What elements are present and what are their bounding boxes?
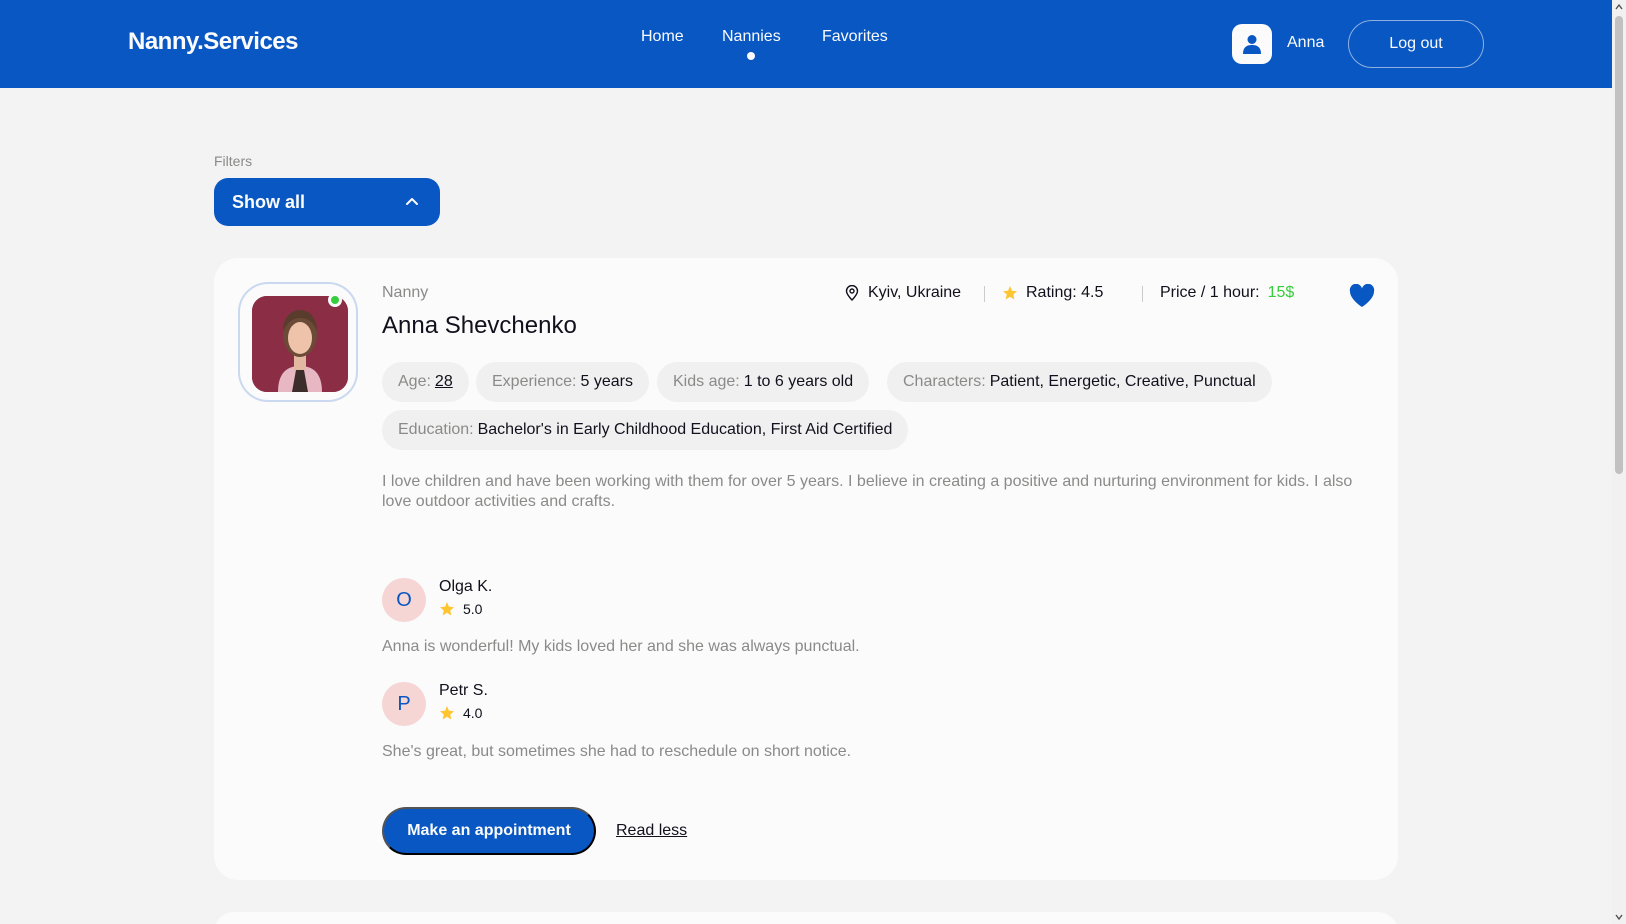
review-avatar: O	[382, 578, 426, 622]
chip-kids-age: Kids age: 1 to 6 years old	[657, 362, 870, 402]
user-icon	[1243, 35, 1261, 54]
nav-nannies[interactable]: Nannies	[722, 28, 781, 46]
star-icon	[1003, 286, 1017, 300]
scrollbar-thumb[interactable]	[1615, 16, 1623, 474]
chip-age-value: 28	[434, 373, 453, 390]
heart-icon[interactable]	[1349, 284, 1375, 308]
chevron-up-icon	[406, 198, 418, 205]
rating: Rating: 4.5	[1002, 284, 1103, 302]
nanny-card: Nanny Anna Shevchenko Kyiv, Ukraine Rati…	[214, 258, 1398, 880]
chip-experience: Experience: 5 years	[476, 362, 649, 402]
read-less-link[interactable]: Read less	[616, 822, 687, 840]
logo[interactable]: Nanny.Services	[128, 28, 299, 56]
make-appointment-button[interactable]: Make an appointment	[382, 807, 596, 855]
nav-favorites[interactable]: Favorites	[822, 28, 888, 46]
chip-characters: Characters: Patient, Energetic, Creative…	[887, 362, 1272, 402]
chip-education-value: Bachelor's in Early Childhood Education,…	[477, 421, 893, 438]
filters-label: Filters	[214, 153, 253, 169]
chip-age: Age: 28	[382, 362, 469, 402]
online-status-indicator	[328, 293, 342, 307]
location-text: Kyiv, Ukraine	[868, 284, 962, 301]
review-rating-value: 5.0	[463, 601, 483, 617]
user-name: Anna	[1287, 34, 1325, 51]
nanny-about: I love children and have been working wi…	[382, 473, 1353, 510]
nanny-name: Anna Shevchenko	[382, 312, 577, 339]
chip-age-key: Age:	[398, 373, 431, 390]
review-avatar: P	[382, 682, 426, 726]
chip-characters-value: Patient, Energetic, Creative, Punctual	[989, 373, 1256, 390]
review-text: Anna is wonderful! My kids loved her and…	[382, 638, 860, 655]
chip-education: Education: Bachelor's in Early Childhood…	[382, 410, 909, 450]
header: Nanny.Services Home Nannies Favorites An…	[0, 0, 1612, 88]
scroll-down-arrow-icon[interactable]	[1615, 913, 1623, 921]
location: Kyiv, Ukraine	[844, 284, 961, 302]
review-rating: 5.0	[439, 601, 482, 617]
price-value: 15$	[1267, 284, 1295, 301]
nanny-card-next	[214, 912, 1398, 924]
logout-button[interactable]: Log out	[1348, 20, 1484, 68]
user-avatar[interactable]	[1232, 24, 1272, 64]
review-rating-value: 4.0	[463, 705, 483, 721]
rating-text: Rating: 4.5	[1026, 284, 1104, 301]
nanny-photo	[252, 296, 348, 392]
scrollbar[interactable]	[1612, 0, 1626, 924]
star-icon	[440, 602, 454, 616]
chip-kids-age-key: Kids age:	[673, 373, 740, 390]
price-label: Price / 1 hour:	[1160, 284, 1260, 301]
chip-characters-key: Characters:	[903, 373, 986, 390]
nav-active-indicator	[747, 52, 755, 60]
meta-divider	[1142, 286, 1143, 302]
chip-experience-key: Experience:	[492, 373, 577, 390]
chip-kids-age-value: 1 to 6 years old	[743, 373, 854, 390]
nanny-avatar-frame	[238, 282, 358, 402]
chip-education-key: Education:	[398, 421, 474, 438]
star-icon	[440, 706, 454, 720]
scroll-up-arrow-icon[interactable]	[1615, 3, 1623, 11]
review-author: Olga K.	[439, 578, 493, 595]
nanny-role: Nanny	[382, 284, 429, 301]
filter-selected-value: Show all	[232, 191, 306, 212]
map-pin-icon	[845, 285, 859, 301]
meta-divider	[984, 286, 985, 302]
chip-experience-value: 5 years	[580, 373, 633, 390]
nav-home[interactable]: Home	[641, 28, 684, 46]
review-rating: 4.0	[439, 705, 482, 721]
review-author: Petr S.	[439, 682, 488, 699]
review-text: She's great, but sometimes she had to re…	[382, 743, 852, 760]
filter-select[interactable]: Show all	[214, 178, 440, 226]
price: Price / 1 hour: 15$	[1160, 284, 1294, 302]
